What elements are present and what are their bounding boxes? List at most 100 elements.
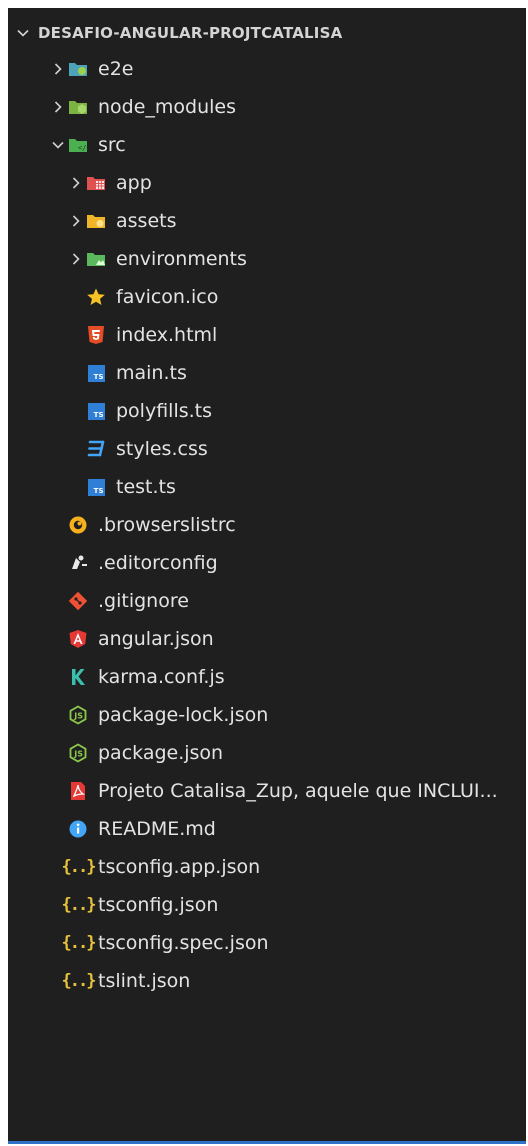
tree-item-label: tslint.json <box>98 970 191 992</box>
tree-item-label: Projeto Catalisa_Zup, aquele que INCLUI.… <box>98 780 498 802</box>
pdf-icon <box>68 781 88 801</box>
chevron-right-icon[interactable] <box>48 88 68 126</box>
tree-item-label: package.json <box>98 742 224 764</box>
angular-icon <box>68 629 88 649</box>
explorer-section-header[interactable]: DESAFIO-ANGULAR-PROJTCATALISA <box>8 22 526 44</box>
browserslist-icon <box>68 515 88 535</box>
chevron-right-icon[interactable] <box>66 240 86 278</box>
tree-item-label: .editorconfig <box>98 552 218 574</box>
tree-item-label: styles.css <box>116 438 208 460</box>
tree-item-label: index.html <box>116 324 218 346</box>
tree-item[interactable]: .editorconfig <box>8 544 526 582</box>
tree-item[interactable]: Projeto Catalisa_Zup, aquele que INCLUI.… <box>8 772 526 810</box>
tree-item[interactable]: TS polyfills.ts <box>8 392 526 430</box>
tree-item-label: node_modules <box>98 96 237 118</box>
svg-text:JS: JS <box>73 712 83 721</box>
tree-item[interactable]: styles.css <box>8 430 526 468</box>
typescript-icon: TS <box>86 363 106 383</box>
chevron-right-icon[interactable] <box>48 50 68 88</box>
tree-item-label: environments <box>116 248 247 270</box>
html5-icon <box>86 325 106 345</box>
tree-item[interactable]: {..} tsconfig.app.json <box>8 848 526 886</box>
tree-item-label: test.ts <box>116 476 176 498</box>
explorer-title: DESAFIO-ANGULAR-PROJTCATALISA <box>38 24 343 42</box>
tree-item[interactable]: TS main.ts <box>8 354 526 392</box>
json-icon: {..} <box>61 971 97 991</box>
tree-item[interactable]: environments <box>8 240 526 278</box>
json-icon: {..} <box>61 857 97 877</box>
css3-icon <box>86 439 106 459</box>
chevron-right-icon[interactable] <box>66 202 86 240</box>
tree-item-label: tsconfig.spec.json <box>98 932 269 954</box>
tree-item[interactable]: e2e <box>8 50 526 88</box>
git-icon <box>68 591 88 611</box>
tree-item-label: main.ts <box>116 362 187 384</box>
tree-item-label: assets <box>116 210 177 232</box>
typescript-icon: TS <box>86 477 106 497</box>
svg-text:JS: JS <box>73 750 83 759</box>
tree-item-label: README.md <box>98 818 216 840</box>
tree-item[interactable]: karma.conf.js <box>8 658 526 696</box>
tree-item[interactable]: favicon.ico <box>8 278 526 316</box>
tree-item[interactable]: {..} tsconfig.spec.json <box>8 924 526 962</box>
tree-item[interactable]: app <box>8 164 526 202</box>
json-icon: {..} <box>61 895 97 915</box>
chevron-down-icon[interactable] <box>48 126 68 164</box>
tree-item-label: karma.conf.js <box>98 666 225 688</box>
tree-item[interactable]: index.html <box>8 316 526 354</box>
tree-item[interactable]: .gitignore <box>8 582 526 620</box>
tree-item-label: .browserslistrc <box>98 514 236 536</box>
folder-app-icon <box>86 173 106 193</box>
tree-item[interactable]: JS package.json <box>8 734 526 772</box>
tree-item[interactable]: </> src <box>8 126 526 164</box>
tree-item-label: src <box>98 134 126 156</box>
tree-item[interactable]: node_modules <box>8 88 526 126</box>
folder-environments-icon <box>86 249 106 269</box>
folder-src-icon: </> <box>68 135 88 155</box>
tree-item[interactable]: angular.json <box>8 620 526 658</box>
tree-item-label: app <box>116 172 152 194</box>
file-explorer: DESAFIO-ANGULAR-PROJTCATALISA e2e node_mo… <box>8 8 526 1144</box>
typescript-icon: TS <box>86 401 106 421</box>
tree-item-label: package-lock.json <box>98 704 269 726</box>
tree-item[interactable]: assets <box>8 202 526 240</box>
tree-item-label: .gitignore <box>98 590 189 612</box>
tree-item-label: favicon.ico <box>116 286 219 308</box>
tree-item[interactable]: TS test.ts <box>8 468 526 506</box>
folder-e2e-icon <box>68 59 88 79</box>
tree-item[interactable]: {..} tslint.json <box>8 962 526 1000</box>
chevron-down-icon <box>8 26 38 40</box>
info-icon <box>68 819 88 839</box>
star-icon <box>86 287 106 307</box>
tree-item[interactable]: .browserslistrc <box>8 506 526 544</box>
nodejs-icon: JS <box>68 743 88 763</box>
tree-item[interactable]: README.md <box>8 810 526 848</box>
tree-item[interactable]: {..} tsconfig.json <box>8 886 526 924</box>
editorconfig-icon <box>68 553 88 573</box>
chevron-right-icon[interactable] <box>66 164 86 202</box>
folder-node-icon <box>68 97 88 117</box>
tree-item[interactable]: JS package-lock.json <box>8 696 526 734</box>
json-icon: {..} <box>61 933 97 953</box>
tree-item-label: angular.json <box>98 628 214 650</box>
tree-item-label: polyfills.ts <box>116 400 213 422</box>
nodejs-icon: JS <box>68 705 88 725</box>
tree-item-label: e2e <box>98 58 134 80</box>
tree-item-label: tsconfig.app.json <box>98 856 261 878</box>
karma-icon <box>68 667 88 687</box>
tree-item-label: tsconfig.json <box>98 894 219 916</box>
svg-text:</>: </> <box>78 144 88 152</box>
